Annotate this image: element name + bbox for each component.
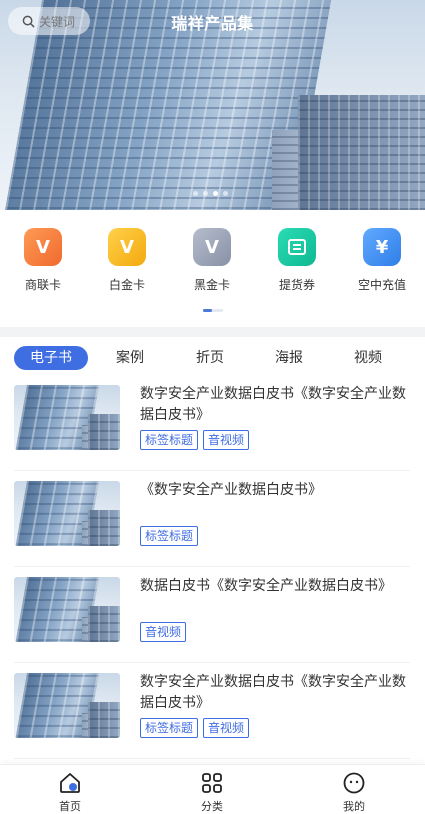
quick-menu: V 商联卡 V 白金卡 V 黑金卡 提货券 ¥ 空中充值 bbox=[0, 228, 425, 298]
item-tag: 标签标题 bbox=[140, 430, 199, 450]
list-item[interactable]: 《数字安全产业数据白皮书》 标签标题 bbox=[14, 471, 410, 567]
menu-item-label: 商联卡 bbox=[24, 278, 61, 292]
item-tag: 标签标题 bbox=[140, 526, 199, 546]
menu-item-label: 白金卡 bbox=[108, 278, 145, 292]
list-item[interactable]: 数据白皮书《数字安全产业数据白皮书》 音视频 bbox=[14, 567, 410, 663]
item-title: 数据白皮书《数字安全产业数据白皮书》 bbox=[140, 578, 392, 594]
item-thumbnail bbox=[14, 481, 120, 546]
nav-category[interactable]: 分类 bbox=[182, 771, 242, 814]
item-thumbnail bbox=[14, 385, 120, 450]
item-thumbnail bbox=[14, 577, 120, 642]
item-title: 数字安全产业数据白皮书《数字安全产业数据白皮书》 bbox=[140, 674, 406, 711]
banner-carousel[interactable]: 关键词 瑞祥产品集 bbox=[0, 0, 425, 210]
item-title: 《数字安全产业数据白皮书》 bbox=[140, 482, 322, 498]
menu-item-black-gold-card[interactable]: V 黑金卡 bbox=[177, 228, 247, 293]
menu-item-label: 空中充值 bbox=[357, 278, 406, 292]
category-tabs: 电子书 案例 折页 海报 视频 bbox=[14, 346, 412, 372]
tab-ebook[interactable]: 电子书 bbox=[14, 346, 88, 370]
platinum-card-icon: V bbox=[108, 228, 146, 266]
menu-item-label: 黑金卡 bbox=[193, 278, 230, 292]
home-icon bbox=[60, 773, 80, 793]
carousel-dot[interactable] bbox=[193, 191, 198, 196]
carousel-dot-active[interactable] bbox=[213, 191, 218, 196]
item-tag: 音视频 bbox=[203, 718, 250, 738]
item-thumbnail bbox=[14, 673, 120, 738]
carousel-dot[interactable] bbox=[223, 191, 228, 196]
tab-poster[interactable]: 海报 bbox=[269, 346, 309, 370]
item-tag: 标签标题 bbox=[140, 718, 199, 738]
menu-item-recharge[interactable]: ¥ 空中充值 bbox=[347, 228, 417, 293]
item-tag: 音视频 bbox=[203, 430, 250, 450]
nav-label: 分类 bbox=[201, 800, 223, 813]
menu-item-label: 提货券 bbox=[278, 278, 315, 292]
menu-item-voucher[interactable]: 提货券 bbox=[262, 228, 332, 293]
list-item[interactable]: 数字安全产业数据白皮书《数字安全产业数据白皮书》 标签标题 音视频 bbox=[14, 375, 410, 471]
tab-folding[interactable]: 折页 bbox=[190, 346, 230, 370]
menu-pager bbox=[203, 309, 223, 312]
profile-face-icon bbox=[343, 772, 365, 794]
bottom-nav: 首页 分类 我的 bbox=[0, 764, 425, 814]
menu-item-shanglian-card[interactable]: V 商联卡 bbox=[8, 228, 78, 293]
menu-item-platinum-card[interactable]: V 白金卡 bbox=[92, 228, 162, 293]
tab-video[interactable]: 视频 bbox=[348, 346, 388, 370]
nav-home[interactable]: 首页 bbox=[40, 771, 100, 814]
carousel-indicator bbox=[193, 191, 228, 196]
nav-label: 首页 bbox=[59, 800, 81, 813]
page-title: 瑞祥产品集 bbox=[171, 14, 254, 33]
carousel-dot[interactable] bbox=[203, 191, 208, 196]
content-list: 数字安全产业数据白皮书《数字安全产业数据白皮书》 标签标题 音视频 《数字安全产… bbox=[14, 375, 410, 759]
section-divider bbox=[0, 327, 425, 337]
nav-label: 我的 bbox=[343, 800, 365, 813]
category-grid-icon bbox=[202, 773, 222, 793]
recharge-icon: ¥ bbox=[363, 228, 401, 266]
tab-cases[interactable]: 案例 bbox=[110, 346, 150, 370]
nav-profile[interactable]: 我的 bbox=[324, 771, 384, 814]
shanglian-card-icon: V bbox=[24, 228, 62, 266]
item-title: 数字安全产业数据白皮书《数字安全产业数据白皮书》 bbox=[140, 386, 406, 423]
voucher-icon bbox=[278, 228, 316, 266]
item-tag: 音视频 bbox=[140, 622, 187, 642]
black-gold-card-icon: V bbox=[193, 228, 231, 266]
list-item[interactable]: 数字安全产业数据白皮书《数字安全产业数据白皮书》 标签标题 音视频 bbox=[14, 663, 410, 759]
